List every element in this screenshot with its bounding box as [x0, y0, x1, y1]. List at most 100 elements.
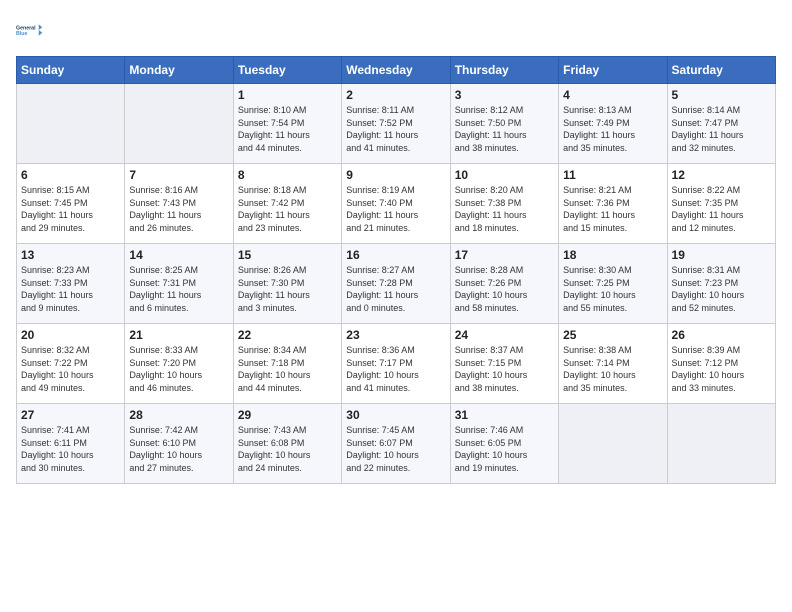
calendar-week-row: 6 Sunrise: 8:15 AM Sunset: 7:45 PM Daylig… — [17, 164, 776, 244]
day-detail: Sunrise: 8:11 AM Sunset: 7:52 PM Dayligh… — [346, 104, 445, 154]
day-detail: Sunrise: 8:20 AM Sunset: 7:38 PM Dayligh… — [455, 184, 554, 234]
day-detail: Sunrise: 8:23 AM Sunset: 7:33 PM Dayligh… — [21, 264, 120, 314]
day-number: 29 — [238, 408, 337, 422]
day-detail: Sunrise: 7:46 AM Sunset: 6:05 PM Dayligh… — [455, 424, 554, 474]
day-detail: Sunrise: 7:43 AM Sunset: 6:08 PM Dayligh… — [238, 424, 337, 474]
weekday-header: Sunday — [17, 57, 125, 84]
day-detail: Sunrise: 8:10 AM Sunset: 7:54 PM Dayligh… — [238, 104, 337, 154]
day-detail: Sunrise: 8:21 AM Sunset: 7:36 PM Dayligh… — [563, 184, 662, 234]
calendar-cell — [125, 84, 233, 164]
day-number: 1 — [238, 88, 337, 102]
day-number: 2 — [346, 88, 445, 102]
day-number: 23 — [346, 328, 445, 342]
weekday-header: Thursday — [450, 57, 558, 84]
day-detail: Sunrise: 8:37 AM Sunset: 7:15 PM Dayligh… — [455, 344, 554, 394]
calendar-week-row: 1 Sunrise: 8:10 AM Sunset: 7:54 PM Daylig… — [17, 84, 776, 164]
day-number: 19 — [672, 248, 771, 262]
day-detail: Sunrise: 8:32 AM Sunset: 7:22 PM Dayligh… — [21, 344, 120, 394]
day-detail: Sunrise: 7:45 AM Sunset: 6:07 PM Dayligh… — [346, 424, 445, 474]
logo: GeneralBlue — [16, 16, 44, 44]
day-detail: Sunrise: 8:15 AM Sunset: 7:45 PM Dayligh… — [21, 184, 120, 234]
day-detail: Sunrise: 8:16 AM Sunset: 7:43 PM Dayligh… — [129, 184, 228, 234]
calendar-cell: 8 Sunrise: 8:18 AM Sunset: 7:42 PM Daylig… — [233, 164, 341, 244]
calendar-cell: 13 Sunrise: 8:23 AM Sunset: 7:33 PM Dayli… — [17, 244, 125, 324]
day-detail: Sunrise: 8:19 AM Sunset: 7:40 PM Dayligh… — [346, 184, 445, 234]
calendar-cell: 24 Sunrise: 8:37 AM Sunset: 7:15 PM Dayli… — [450, 324, 558, 404]
day-number: 21 — [129, 328, 228, 342]
day-number: 26 — [672, 328, 771, 342]
day-number: 12 — [672, 168, 771, 182]
day-number: 15 — [238, 248, 337, 262]
day-number: 13 — [21, 248, 120, 262]
calendar-header-row: SundayMondayTuesdayWednesdayThursdayFrid… — [17, 57, 776, 84]
day-number: 22 — [238, 328, 337, 342]
day-number: 20 — [21, 328, 120, 342]
calendar-body: 1 Sunrise: 8:10 AM Sunset: 7:54 PM Daylig… — [17, 84, 776, 484]
logo-icon: GeneralBlue — [16, 16, 44, 44]
day-number: 3 — [455, 88, 554, 102]
day-number: 25 — [563, 328, 662, 342]
calendar-cell: 27 Sunrise: 7:41 AM Sunset: 6:11 PM Dayli… — [17, 404, 125, 484]
calendar-cell: 10Sunrise: 8:20 AM Sunset: 7:38 PM Dayli… — [450, 164, 558, 244]
day-number: 30 — [346, 408, 445, 422]
day-number: 24 — [455, 328, 554, 342]
day-number: 9 — [346, 168, 445, 182]
weekday-header: Saturday — [667, 57, 775, 84]
svg-text:Blue: Blue — [16, 31, 27, 37]
day-number: 17 — [455, 248, 554, 262]
calendar-cell: 11 Sunrise: 8:21 AM Sunset: 7:36 PM Dayli… — [559, 164, 667, 244]
calendar-cell — [667, 404, 775, 484]
calendar-cell: 1 Sunrise: 8:10 AM Sunset: 7:54 PM Daylig… — [233, 84, 341, 164]
day-number: 5 — [672, 88, 771, 102]
calendar-cell: 18Sunrise: 8:30 AM Sunset: 7:25 PM Dayli… — [559, 244, 667, 324]
day-detail: Sunrise: 8:33 AM Sunset: 7:20 PM Dayligh… — [129, 344, 228, 394]
calendar-cell: 16Sunrise: 8:27 AM Sunset: 7:28 PM Dayli… — [342, 244, 450, 324]
calendar-cell: 22 Sunrise: 8:34 AM Sunset: 7:18 PM Dayli… — [233, 324, 341, 404]
day-number: 4 — [563, 88, 662, 102]
calendar-week-row: 20 Sunrise: 8:32 AM Sunset: 7:22 PM Dayli… — [17, 324, 776, 404]
calendar-cell: 31Sunrise: 7:46 AM Sunset: 6:05 PM Dayli… — [450, 404, 558, 484]
day-number: 6 — [21, 168, 120, 182]
calendar-cell: 30 Sunrise: 7:45 AM Sunset: 6:07 PM Dayli… — [342, 404, 450, 484]
calendar-cell: 25Sunrise: 8:38 AM Sunset: 7:14 PM Dayli… — [559, 324, 667, 404]
day-detail: Sunrise: 8:12 AM Sunset: 7:50 PM Dayligh… — [455, 104, 554, 154]
day-detail: Sunrise: 8:25 AM Sunset: 7:31 PM Dayligh… — [129, 264, 228, 314]
day-detail: Sunrise: 8:14 AM Sunset: 7:47 PM Dayligh… — [672, 104, 771, 154]
calendar-cell: 28Sunrise: 7:42 AM Sunset: 6:10 PM Dayli… — [125, 404, 233, 484]
day-detail: Sunrise: 8:34 AM Sunset: 7:18 PM Dayligh… — [238, 344, 337, 394]
calendar-cell: 12 Sunrise: 8:22 AM Sunset: 7:35 PM Dayli… — [667, 164, 775, 244]
day-detail: Sunrise: 7:42 AM Sunset: 6:10 PM Dayligh… — [129, 424, 228, 474]
calendar-week-row: 13 Sunrise: 8:23 AM Sunset: 7:33 PM Dayli… — [17, 244, 776, 324]
day-detail: Sunrise: 8:18 AM Sunset: 7:42 PM Dayligh… — [238, 184, 337, 234]
day-detail: Sunrise: 8:39 AM Sunset: 7:12 PM Dayligh… — [672, 344, 771, 394]
calendar-cell: 5 Sunrise: 8:14 AM Sunset: 7:47 PM Daylig… — [667, 84, 775, 164]
weekday-header: Monday — [125, 57, 233, 84]
day-number: 16 — [346, 248, 445, 262]
calendar-cell — [17, 84, 125, 164]
day-number: 27 — [21, 408, 120, 422]
day-detail: Sunrise: 8:31 AM Sunset: 7:23 PM Dayligh… — [672, 264, 771, 314]
calendar-cell: 9 Sunrise: 8:19 AM Sunset: 7:40 PM Daylig… — [342, 164, 450, 244]
day-detail: Sunrise: 8:22 AM Sunset: 7:35 PM Dayligh… — [672, 184, 771, 234]
calendar-cell: 29 Sunrise: 7:43 AM Sunset: 6:08 PM Dayli… — [233, 404, 341, 484]
day-number: 8 — [238, 168, 337, 182]
day-detail: Sunrise: 8:36 AM Sunset: 7:17 PM Dayligh… — [346, 344, 445, 394]
calendar-cell: 20 Sunrise: 8:32 AM Sunset: 7:22 PM Dayli… — [17, 324, 125, 404]
calendar-cell: 23 Sunrise: 8:36 AM Sunset: 7:17 PM Dayli… — [342, 324, 450, 404]
day-number: 14 — [129, 248, 228, 262]
calendar-cell — [559, 404, 667, 484]
day-detail: Sunrise: 8:26 AM Sunset: 7:30 PM Dayligh… — [238, 264, 337, 314]
svg-text:General: General — [16, 25, 36, 31]
day-number: 18 — [563, 248, 662, 262]
calendar-cell: 14 Sunrise: 8:25 AM Sunset: 7:31 PM Dayli… — [125, 244, 233, 324]
calendar-cell: 7Sunrise: 8:16 AM Sunset: 7:43 PM Daylig… — [125, 164, 233, 244]
day-number: 11 — [563, 168, 662, 182]
day-detail: Sunrise: 8:13 AM Sunset: 7:49 PM Dayligh… — [563, 104, 662, 154]
day-detail: Sunrise: 7:41 AM Sunset: 6:11 PM Dayligh… — [21, 424, 120, 474]
calendar-cell: 17Sunrise: 8:28 AM Sunset: 7:26 PM Dayli… — [450, 244, 558, 324]
page-header: GeneralBlue — [16, 16, 776, 44]
weekday-header: Tuesday — [233, 57, 341, 84]
calendar-cell: 4 Sunrise: 8:13 AM Sunset: 7:49 PM Daylig… — [559, 84, 667, 164]
weekday-header: Wednesday — [342, 57, 450, 84]
calendar-cell: 3 Sunrise: 8:12 AM Sunset: 7:50 PM Daylig… — [450, 84, 558, 164]
